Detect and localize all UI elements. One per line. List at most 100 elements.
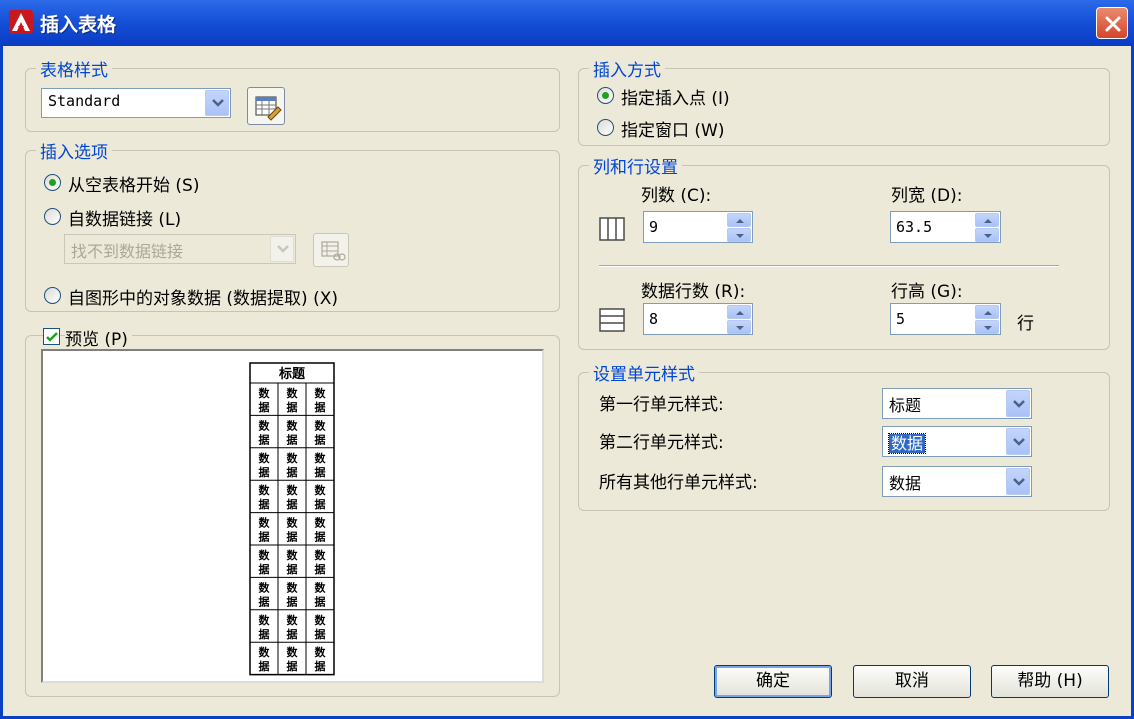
preview-data-cell: 据 [259, 627, 270, 641]
ok-button[interactable]: 确定 [714, 665, 832, 698]
preview-data-cell: 数 [287, 580, 299, 594]
preview-data-cell: 数 [259, 386, 271, 400]
preview-data-cell: 据 [315, 465, 326, 479]
preview-data-cell: 数 [315, 613, 327, 627]
spin-up-icon[interactable] [727, 213, 751, 227]
column-width-spinner[interactable]: 63.5 [890, 211, 1001, 243]
preview-data-cell: 数 [259, 613, 271, 627]
autocad-logo-icon [9, 10, 33, 34]
preview-data-cell: 数 [259, 516, 271, 530]
preview-data-cell: 数 [315, 548, 327, 562]
specify-insertion-point-radio[interactable] [597, 87, 614, 104]
data-rows-label: 数据行数 (R): [641, 282, 746, 302]
preview-data-cell: 据 [315, 400, 326, 414]
start-from-empty-label[interactable]: 从空表格开始 (S) [68, 171, 199, 196]
preview-data-cell: 数 [287, 645, 299, 659]
columns-label: 列数 (C): [641, 186, 712, 206]
preview-data-cell: 据 [315, 659, 326, 673]
row-height-spinner[interactable]: 5 [890, 303, 1001, 335]
spin-down-icon[interactable] [727, 228, 751, 242]
spin-down-icon[interactable] [975, 320, 999, 334]
columns-spinner[interactable]: 9 [643, 211, 753, 243]
spin-up-icon[interactable] [727, 305, 751, 319]
preview-data-cell: 数 [315, 516, 327, 530]
other-rows-style-select[interactable]: 数据 [882, 466, 1032, 497]
help-button[interactable]: 帮助 (H) [991, 665, 1109, 698]
specify-window-radio[interactable] [597, 119, 614, 136]
close-button[interactable] [1096, 7, 1128, 39]
datalink-table-icon [321, 241, 346, 261]
first-row-style-select[interactable]: 标题 [882, 388, 1032, 419]
insert-table-dialog: 插入表格 表格样式 Standard 插入选项 从空表格开始 (S) 自数据链接… [0, 0, 1134, 719]
spin-up-icon[interactable] [975, 305, 999, 319]
close-icon [1105, 16, 1121, 32]
datalink-manager-button[interactable] [313, 233, 349, 267]
spin-down-icon[interactable] [975, 228, 999, 242]
preview-label[interactable]: 预览 (P) [65, 325, 132, 350]
insert-options-legend: 插入选项 [36, 138, 112, 163]
preview-data-cell: 据 [259, 497, 270, 511]
from-object-data-label[interactable]: 自图形中的对象数据 (数据提取) (X) [68, 284, 338, 309]
preview-data-cell: 数 [259, 645, 271, 659]
chevron-down-icon [1006, 428, 1030, 455]
data-rows-spinner[interactable]: 8 [643, 303, 753, 335]
preview-data-cell: 数 [315, 418, 327, 432]
preview-data-cell: 据 [287, 627, 298, 641]
spin-up-icon[interactable] [975, 213, 999, 227]
rows-icon [599, 308, 625, 337]
from-datalink-radio[interactable] [44, 208, 61, 225]
preview-data-cell: 据 [315, 497, 326, 511]
table-edit-icon [255, 96, 282, 121]
preview-data-cell: 数 [287, 613, 299, 627]
preview-data-cell: 据 [287, 465, 298, 479]
preview-data-cell: 据 [287, 432, 298, 446]
start-from-empty-radio[interactable] [44, 174, 61, 191]
from-object-data-radio[interactable] [44, 287, 61, 304]
preview-data-cell: 数 [287, 451, 299, 465]
checkmark-icon [46, 332, 58, 342]
cancel-button[interactable]: 取消 [853, 665, 971, 698]
preview-data-cell: 数 [315, 645, 327, 659]
preview-data-cell: 数 [259, 548, 271, 562]
preview-data-cell: 数 [315, 580, 327, 594]
preview-header-cell: 标题 [278, 366, 306, 382]
preview-data-cell: 据 [287, 659, 298, 673]
preview-data-cell: 据 [287, 497, 298, 511]
table-style-select[interactable]: Standard [41, 88, 231, 118]
datalink-select[interactable]: 找不到数据链接 [64, 234, 296, 264]
preview-data-cell: 数 [259, 483, 271, 497]
specify-window-label[interactable]: 指定窗口 (W) [621, 116, 724, 141]
cell-styles-legend: 设置单元样式 [589, 360, 699, 385]
chevron-down-icon [205, 90, 229, 116]
preview-data-cell: 据 [259, 400, 270, 414]
column-row-settings-legend: 列和行设置 [589, 153, 682, 178]
table-preview: 标题数据数据数据数据数据数据数据数据数据数据数据数据数据数据数据数据数据数据数据… [41, 349, 544, 683]
preview-data-cell: 数 [315, 483, 327, 497]
row-height-label: 行高 (G): [891, 282, 963, 302]
specify-insertion-point-label[interactable]: 指定插入点 (I) [621, 84, 730, 109]
preview-data-cell: 据 [287, 594, 298, 608]
preview-data-cell: 据 [315, 432, 326, 446]
preview-data-cell: 据 [259, 530, 270, 544]
preview-data-cell: 据 [315, 562, 326, 576]
table-style-legend: 表格样式 [36, 56, 112, 81]
second-row-style-select[interactable]: 数据 [882, 426, 1032, 457]
preview-data-cell: 数 [315, 386, 327, 400]
column-width-label: 列宽 (D): [891, 186, 963, 206]
row-unit-label: 行 [1017, 314, 1034, 334]
preview-data-cell: 数 [259, 418, 271, 432]
preview-table-graphic: 标题数据数据数据数据数据数据数据数据数据数据数据数据数据数据数据数据数据数据数据… [249, 362, 335, 676]
preview-data-cell: 据 [315, 530, 326, 544]
chevron-down-icon [1006, 390, 1030, 417]
from-datalink-label[interactable]: 自数据链接 (L) [68, 205, 181, 230]
preview-data-cell: 据 [287, 562, 298, 576]
preview-data-cell: 据 [259, 562, 270, 576]
preview-data-cell: 数 [259, 580, 271, 594]
table-style-dialog-button[interactable] [247, 87, 285, 125]
preview-checkbox[interactable] [43, 328, 60, 345]
preview-data-cell: 据 [315, 627, 326, 641]
preview-data-cell: 数 [287, 483, 299, 497]
spin-down-icon[interactable] [727, 320, 751, 334]
preview-data-cell: 据 [259, 432, 270, 446]
chevron-down-icon [270, 236, 294, 262]
